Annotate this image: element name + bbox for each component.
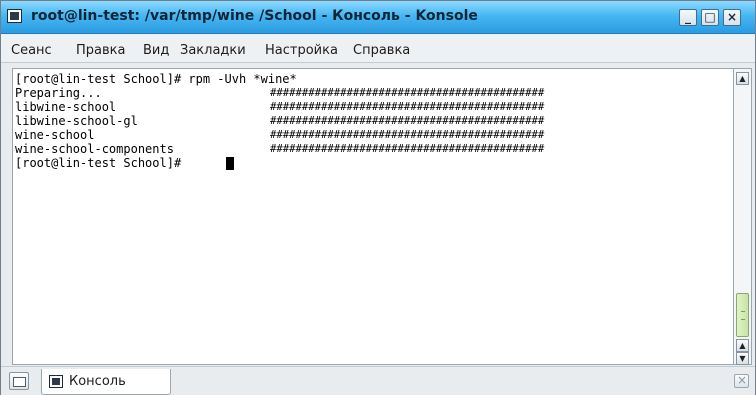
minimize-button[interactable]: _ [679, 9, 697, 26]
terminal-output[interactable]: [root@lin-test School]# rpm -Uvh *wine* … [12, 68, 734, 365]
menu-view[interactable]: Вид [143, 43, 169, 58]
scroll-thumb[interactable] [736, 293, 749, 337]
vertical-scrollbar[interactable]: ▲ ▲ ▼ [734, 68, 752, 365]
menu-edit[interactable]: Правка [76, 43, 125, 58]
konsole-window: root@lin-test: /var/tmp/wine /School - К… [0, 0, 756, 395]
title-bar[interactable]: root@lin-test: /var/tmp/wine /School - К… [1, 1, 755, 34]
maximize-button[interactable]: □ [701, 9, 719, 26]
close-button[interactable]: × [723, 9, 741, 26]
progress-hashes: ########################################… [270, 129, 545, 141]
terminal-line: libwine-school [15, 100, 117, 114]
tab-bar: Консоль [1, 366, 755, 395]
menu-bar: Сеанс Правка Вид Закладки Настройка Спра… [1, 35, 755, 63]
terminal-line: wine-school [15, 128, 95, 142]
menu-settings[interactable]: Настройка [265, 43, 338, 58]
terminal-icon [49, 375, 63, 388]
terminal-line: wine-school-components [15, 142, 174, 156]
menu-help[interactable]: Справка [353, 43, 410, 58]
scroll-down-icon[interactable]: ▼ [736, 352, 749, 365]
progress-hashes: ########################################… [270, 115, 545, 127]
window-title: root@lin-test: /var/tmp/wine /School - К… [31, 8, 478, 24]
terminal-icon[interactable] [7, 9, 22, 23]
new-tab-icon[interactable] [9, 372, 29, 390]
close-tab-icon[interactable] [734, 373, 749, 388]
menu-session[interactable]: Сеанс [11, 43, 52, 58]
tab-label: Консоль [69, 374, 126, 389]
terminal-line: Preparing... [15, 86, 102, 100]
tab-console[interactable]: Консоль [41, 369, 171, 395]
scroll-up-icon[interactable]: ▲ [736, 339, 749, 352]
progress-hashes: ########################################… [270, 143, 545, 155]
terminal-prompt: [root@lin-test School]# [15, 156, 189, 170]
terminal-line: libwine-school-gl [15, 114, 138, 128]
menu-bookmarks[interactable]: Закладки [180, 43, 246, 58]
text-cursor [226, 157, 234, 170]
terminal-line: [root@lin-test School]# rpm -Uvh *wine* [15, 72, 297, 86]
progress-hashes: ########################################… [270, 101, 545, 113]
progress-hashes: ########################################… [270, 87, 545, 99]
scroll-up-icon[interactable]: ▲ [736, 72, 749, 85]
